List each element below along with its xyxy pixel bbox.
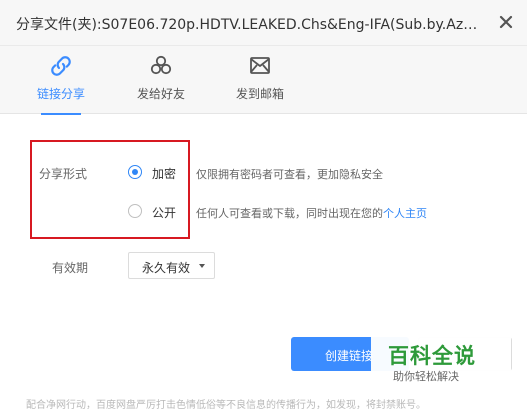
validity-value: 永久有效	[142, 261, 191, 275]
footer-note: 配合净网行动，百度网盘严厉打击色情低俗等不良信息的传播行为，如发现，将封禁账号。	[26, 400, 426, 411]
tab-label: 发给好友	[136, 87, 185, 101]
tab-send-friends[interactable]: 发给好友	[121, 46, 201, 114]
watermark-logo: 百科全说 助你轻松解决	[371, 333, 511, 385]
radio-public[interactable]	[128, 204, 142, 218]
share-type-label: 分享形式	[39, 167, 88, 181]
dialog-titlebar: 分享文件(夹):S07E06.720p.HDTV.LEAKED.Chs&Eng-…	[0, 0, 527, 46]
option-encrypted-label[interactable]: 加密	[152, 165, 176, 182]
tab-label: 链接分享	[36, 87, 85, 101]
tab-link-share[interactable]: 链接分享	[21, 46, 101, 115]
link-icon	[51, 56, 71, 76]
mail-icon	[250, 57, 270, 74]
friends-icon	[150, 55, 172, 75]
option-encrypted-desc: 仅限拥有密码者可查看，更加隐私安全	[196, 168, 383, 181]
close-icon	[499, 15, 513, 29]
tab-label: 发到邮箱	[235, 87, 284, 101]
dialog-title: 分享文件(夹):S07E06.720p.HDTV.LEAKED.Chs&Eng-…	[16, 17, 481, 33]
option-public-label[interactable]: 公开	[152, 204, 176, 221]
tab-send-email[interactable]: 发到邮箱	[220, 46, 300, 114]
highlight-box	[30, 140, 190, 239]
option-public-desc: 任何人可查看或下载，同时出现在您的个人主页	[196, 205, 427, 221]
watermark-title: 百科全说	[388, 344, 476, 368]
create-link-label: 创建链接	[325, 349, 374, 363]
radio-encrypted[interactable]	[128, 165, 142, 179]
option-public-desc-text: 任何人可查看或下载，同时出现在您的	[196, 207, 383, 220]
watermark-subtitle: 助你轻松解决	[393, 370, 459, 383]
validity-label: 有效期	[52, 261, 89, 275]
chevron-down-icon	[199, 264, 205, 268]
validity-select[interactable]: 永久有效	[128, 252, 215, 279]
close-button[interactable]	[495, 11, 517, 33]
share-tabs: 链接分享 发给好友 发到邮箱	[0, 46, 527, 115]
personal-homepage-link[interactable]: 个人主页	[383, 207, 427, 220]
